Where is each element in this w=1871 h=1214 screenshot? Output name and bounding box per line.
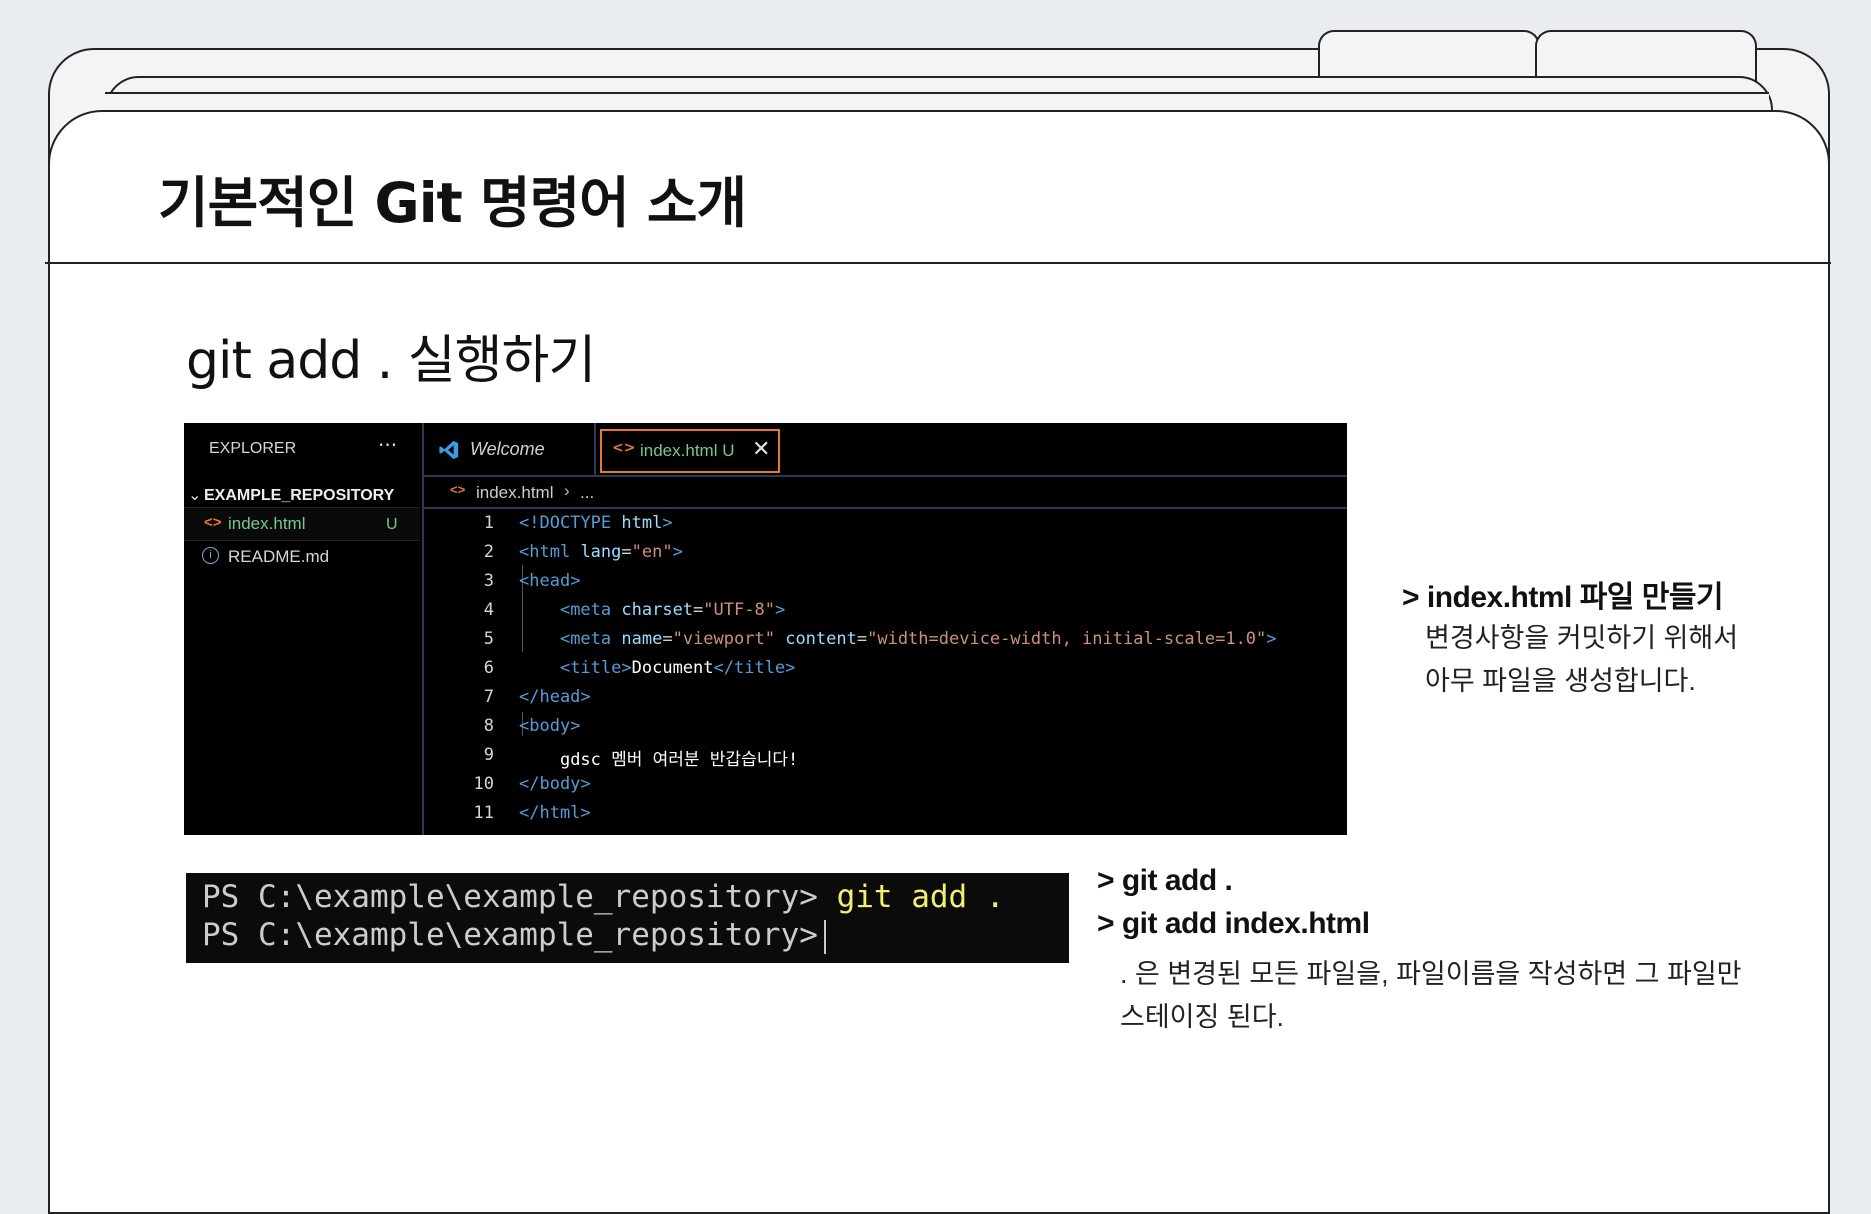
html-file-icon: <> (612, 440, 636, 456)
code-line: <html lang="en"> (519, 542, 683, 562)
chevron-down-icon: ⌄ (188, 487, 202, 504)
line-number: 7 (483, 687, 494, 707)
breadcrumb-symbol[interactable]: ... (580, 483, 594, 503)
line-number: 8 (483, 716, 494, 736)
code-line: <meta charset="UTF-8"> (559, 600, 786, 620)
explorer-header: EXPLORER (209, 440, 297, 457)
editor-tabs: Welcome <> index.html U ✕ (424, 423, 1347, 477)
tab-welcome[interactable]: Welcome (424, 423, 596, 475)
code-editor[interactable]: 1 2 3 4 5 6 7 8 9 10 11 <!DOCTYPE html> … (424, 509, 1347, 835)
slide-subtitle: git add . 실행하기 (186, 331, 596, 391)
breadcrumb: <> index.html › ... (424, 477, 1347, 509)
line-number: 10 (473, 774, 494, 794)
code-line: </html> (519, 803, 591, 823)
line-number: 1 (483, 513, 494, 533)
line-number: 3 (483, 571, 494, 591)
terminal-prompt: PS C:\example\example_repository> (202, 879, 818, 915)
vscode-window: EXPLORER ··· ⌄ EXAMPLE_REPOSITORY <> inde… (184, 423, 1347, 835)
explorer-file-readme[interactable]: i README.md (184, 541, 420, 573)
html-file-icon: <> (204, 514, 222, 531)
code-line: </body> (519, 774, 591, 794)
chevron-right-icon: › (564, 481, 570, 500)
note-create-file-text: 변경사항을 커밋하기 위해서 (1425, 623, 1739, 653)
terminal-line-1: PS C:\example\example_repository> git ad… (202, 879, 1005, 915)
more-actions-icon[interactable]: ··· (378, 433, 397, 457)
code-line: </head> (519, 687, 591, 707)
note-git-add-text: . 은 변경된 모든 파일을, 파일이름을 작성하면 그 파일만 (1120, 959, 1742, 989)
code-line: gdsc 멤버 여러분 반갑습니다! (559, 750, 799, 770)
terminal-cursor (823, 919, 826, 954)
tab-welcome-label: Welcome (470, 439, 545, 459)
note-git-add-text: 스테이징 된다. (1120, 1002, 1285, 1032)
terminal-panel[interactable]: PS C:\example\example_repository> git ad… (186, 873, 1069, 963)
line-number: 6 (483, 658, 494, 678)
vscode-logo-icon (439, 440, 459, 460)
explorer-file-label: index.html (228, 514, 306, 533)
tab-index-html[interactable]: <> index.html U ✕ (600, 429, 780, 473)
note-create-file-text: 아무 파일을 생성합니다. (1425, 666, 1696, 696)
code-line: <!DOCTYPE html> (519, 513, 673, 533)
line-number: 4 (483, 600, 494, 620)
terminal-command: git add . (836, 879, 1005, 915)
line-number: 5 (483, 629, 494, 649)
code-line: <body> (519, 716, 581, 736)
html-file-icon: <> (450, 482, 466, 497)
explorer-panel: EXPLORER ··· ⌄ EXAMPLE_REPOSITORY <> inde… (184, 423, 424, 835)
terminal-prompt: PS C:\example\example_repository> (202, 917, 818, 953)
breadcrumb-file[interactable]: index.html (476, 483, 553, 503)
terminal-line-2: PS C:\example\example_repository> (202, 917, 826, 954)
explorer-file-index[interactable]: <> index.html U (184, 507, 420, 541)
close-icon[interactable]: ✕ (752, 437, 770, 462)
note-git-add-heading: > git add . (1097, 864, 1233, 897)
line-number: 11 (473, 803, 494, 823)
repo-folder[interactable]: ⌄ EXAMPLE_REPOSITORY (188, 485, 394, 505)
code-line: <title>Document</title> (559, 658, 796, 678)
title-divider (45, 262, 1831, 264)
untracked-badge: U (386, 516, 398, 533)
explorer-file-label: README.md (228, 547, 330, 566)
line-number: 2 (483, 542, 494, 562)
repo-folder-label: EXAMPLE_REPOSITORY (204, 487, 395, 504)
info-icon: i (202, 547, 219, 564)
note-create-file-heading: > index.html 파일 만들기 (1402, 581, 1724, 614)
line-number: 9 (483, 745, 494, 765)
code-line: <meta name="viewport" content="width=dev… (559, 629, 1277, 649)
slide-title: 기본적인 Git 명령어 소개 (158, 171, 747, 235)
code-line: <head> (519, 571, 581, 591)
tab-index-label: index.html U (640, 441, 735, 460)
note-git-add-file-heading: > git add index.html (1097, 907, 1370, 940)
